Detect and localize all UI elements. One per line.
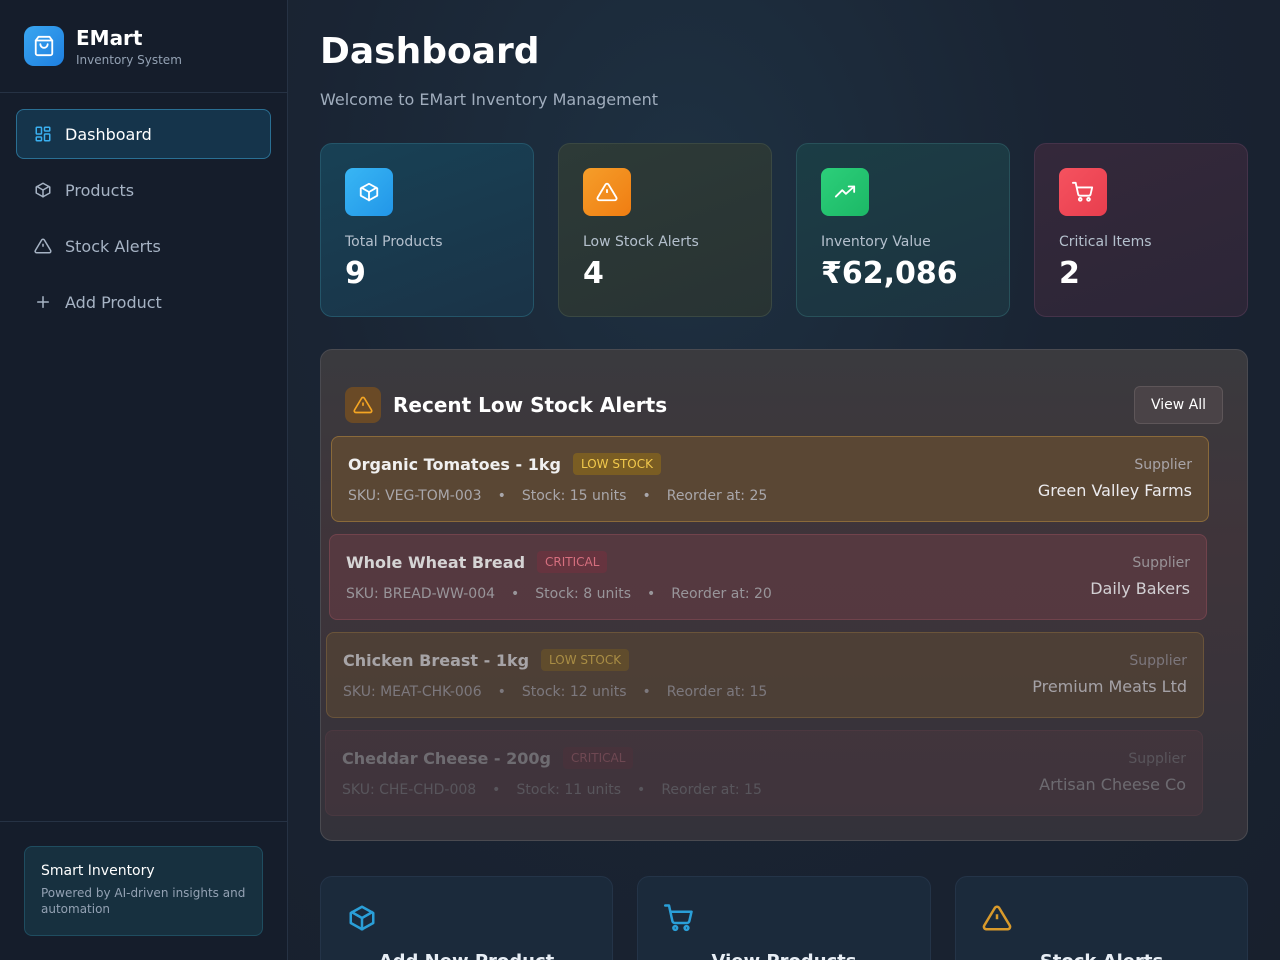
separator: • [511,586,520,602]
separator: • [492,782,501,798]
sku: SKU: BREAD-WW-004 [346,586,496,602]
stock-count: Stock: 8 units [535,586,631,602]
smart-inventory-card: Smart Inventory Powered by AI-driven ins… [24,846,263,936]
smart-inventory-description: Powered by AI-driven insights and automa… [41,886,246,916]
status-badge: CRITICAL [563,747,634,769]
main-content: Dashboard Welcome to EMart Inventory Man… [288,0,1280,960]
action-add-new-product[interactable]: Add New Product [320,876,613,960]
action-view-products[interactable]: View Products [637,876,931,960]
warning-icon [345,387,381,423]
action-label: Stock Alerts [982,951,1221,960]
separator: • [647,586,656,602]
cart-icon [1059,168,1107,216]
separator: • [642,684,651,700]
stat-label: Inventory Value [821,234,931,250]
product-name: Cheddar Cheese - 200g [342,748,551,768]
box-icon [33,180,53,200]
stat-value: 2 [1059,256,1080,291]
page-subtitle: Welcome to EMart Inventory Management [320,90,658,109]
box-icon [347,905,377,937]
supplier-name: Daily Bakers [1090,579,1190,598]
alert-row[interactable]: Organic Tomatoes - 1kg LOW STOCK SKU: VE… [331,436,1209,522]
product-name: Chicken Breast - 1kg [343,650,530,670]
product-name: Organic Tomatoes - 1kg [348,454,561,474]
sidebar: EMart Inventory System Dashboard Product… [0,0,288,960]
sku: SKU: VEG-TOM-003 [348,488,482,504]
alert-row[interactable]: Whole Wheat Bread CRITICAL SKU: BREAD-WW… [329,534,1207,620]
stat-card-inventory-value: Inventory Value ₹62,086 [796,143,1010,317]
cart-icon [664,904,694,937]
alert-row[interactable]: Chicken Breast - 1kg LOW STOCK SKU: MEAT… [326,632,1204,718]
stat-label: Low Stock Alerts [583,234,699,250]
sidebar-nav: Dashboard Products Stock Alerts Add Prod… [0,93,287,349]
smart-inventory-title: Smart Inventory [41,863,155,879]
quick-actions: Add New Product View Products Stock Aler… [320,876,1248,960]
sidebar-footer: Smart Inventory Powered by AI-driven ins… [0,821,287,960]
stat-card-critical-items: Critical Items 2 [1034,143,1248,317]
separator: • [497,488,506,504]
sidebar-item-products[interactable]: Products [16,165,271,215]
reorder-level: Reorder at: 15 [661,782,762,798]
stat-value: 4 [583,256,604,291]
alerts-title: Recent Low Stock Alerts [393,393,668,417]
separator: • [497,684,506,700]
sidebar-item-label: Dashboard [65,124,152,144]
stats-row: Total Products 9 Low Stock Alerts 4 Inve… [320,143,1248,317]
sidebar-item-add-product[interactable]: Add Product [16,277,271,327]
stock-count: Stock: 15 units [521,488,627,504]
stat-value: ₹62,086 [821,256,958,291]
alert-row[interactable]: Cheddar Cheese - 200g CRITICAL SKU: CHE-… [325,730,1203,816]
supplier-name: Green Valley Farms [1037,481,1192,500]
stock-count: Stock: 11 units [516,782,622,798]
stat-label: Total Products [345,234,443,250]
action-stock-alerts[interactable]: Stock Alerts [955,876,1248,960]
action-label: View Products [664,951,904,960]
supplier-label: Supplier [1129,653,1187,669]
warning-icon [33,236,53,256]
reorder-level: Reorder at: 20 [671,586,772,602]
reorder-level: Reorder at: 15 [666,684,768,700]
supplier-name: Artisan Cheese Co [1039,775,1186,794]
brand: EMart Inventory System [0,0,287,93]
supplier-name: Premium Meats Ltd [1032,677,1187,696]
stat-value: 9 [345,256,366,291]
sidebar-item-label: Add Product [65,292,162,312]
app-name: EMart [76,25,143,50]
sidebar-item-label: Products [65,180,135,200]
shopping-bag-icon [24,26,64,66]
dashboard-grid-icon [33,124,53,144]
sku: SKU: MEAT-CHK-006 [343,684,482,700]
app-subtitle: Inventory System [76,52,182,67]
status-badge: LOW STOCK [541,649,630,671]
sidebar-item-label: Stock Alerts [65,236,161,256]
warning-icon [982,905,1012,937]
stat-label: Critical Items [1059,234,1152,250]
trending-up-icon [821,168,869,216]
supplier-label: Supplier [1134,457,1192,473]
stat-card-low-stock: Low Stock Alerts 4 [558,143,772,317]
status-badge: LOW STOCK [572,453,661,475]
product-name: Whole Wheat Bread [346,552,526,572]
action-label: Add New Product [347,951,586,960]
view-all-button[interactable]: View All [1133,386,1223,424]
supplier-label: Supplier [1132,555,1190,571]
sidebar-item-dashboard[interactable]: Dashboard [16,109,271,159]
separator: • [642,488,651,504]
recent-alerts-panel: Recent Low Stock Alerts View All Organic… [320,349,1248,841]
page-title: Dashboard [320,31,540,72]
stock-count: Stock: 12 units [521,684,627,700]
supplier-label: Supplier [1128,751,1186,767]
alerts-header: Recent Low Stock Alerts View All [321,350,1247,436]
separator: • [637,782,646,798]
stat-card-total-products: Total Products 9 [320,143,534,317]
sidebar-item-stock-alerts[interactable]: Stock Alerts [16,221,271,271]
sku: SKU: CHE-CHD-008 [342,782,477,798]
status-badge: CRITICAL [537,551,608,573]
box-icon [345,168,393,216]
warning-icon [583,168,631,216]
plus-icon [33,292,53,312]
reorder-level: Reorder at: 25 [666,488,768,504]
